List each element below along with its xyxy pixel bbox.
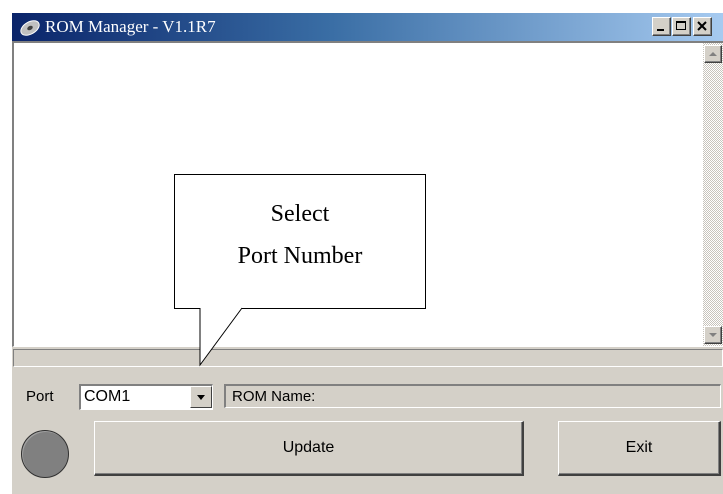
select-port-callout: Select Port Number xyxy=(174,174,426,309)
rom-manager-app-icon xyxy=(19,17,41,37)
title-bar[interactable]: ROM Manager - V1.1R7 xyxy=(12,13,723,41)
rom-name-label: ROM Name: xyxy=(232,388,316,405)
minimize-icon[interactable] xyxy=(652,17,671,36)
exit-button[interactable]: Exit xyxy=(558,421,721,476)
close-icon[interactable] xyxy=(693,17,712,36)
callout-line-1: Select xyxy=(270,201,330,227)
maximize-icon[interactable] xyxy=(672,17,691,36)
chevron-down-icon[interactable] xyxy=(190,386,212,408)
port-select[interactable]: COM1 xyxy=(79,384,213,410)
status-led-indicator xyxy=(21,430,69,478)
port-selected-value: COM1 xyxy=(84,388,131,405)
scroll-up-arrow-icon[interactable] xyxy=(704,45,722,63)
progress-bar xyxy=(13,349,723,367)
update-button[interactable]: Update xyxy=(94,421,524,476)
scroll-down-arrow-icon[interactable] xyxy=(704,326,722,344)
callout-line-2: Port Number xyxy=(237,243,363,269)
window-title: ROM Manager - V1.1R7 xyxy=(45,17,216,36)
rom-name-field: ROM Name: xyxy=(224,384,721,408)
vertical-scrollbar[interactable] xyxy=(703,43,723,346)
port-label: Port xyxy=(26,388,54,405)
